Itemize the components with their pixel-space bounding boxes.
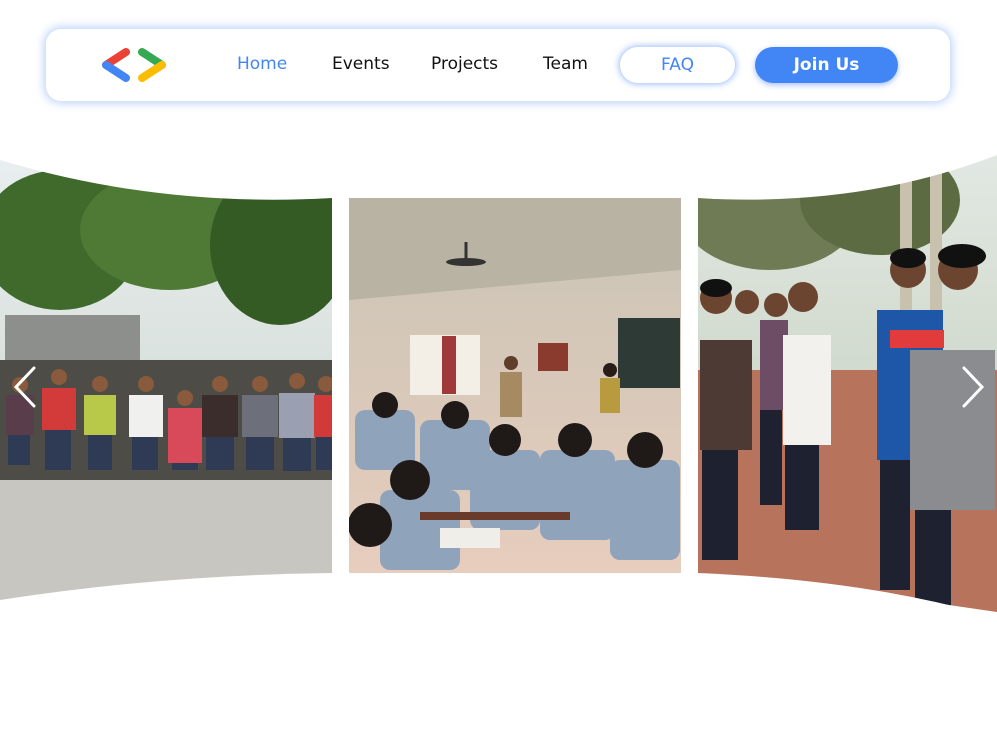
- nav-link-projects[interactable]: Projects: [431, 52, 498, 76]
- chevron-left-icon[interactable]: [10, 365, 40, 409]
- nav-link-events[interactable]: Events: [332, 52, 390, 76]
- join-us-button[interactable]: Join Us: [755, 47, 898, 83]
- gdsc-logo-icon[interactable]: [100, 48, 168, 82]
- chevron-right-icon[interactable]: [958, 365, 988, 409]
- slide-group-photo: [0, 150, 332, 620]
- page: Home Events Projects Team FAQ Join Us: [0, 0, 997, 733]
- carousel-graphics: [0, 150, 997, 620]
- nav-link-team[interactable]: Team: [543, 52, 588, 76]
- faq-button[interactable]: FAQ: [619, 46, 736, 84]
- photo-carousel: [0, 150, 997, 620]
- nav-link-home[interactable]: Home: [237, 52, 287, 76]
- slide-students-photo: [698, 150, 997, 620]
- slide-classroom-photo: [349, 198, 681, 573]
